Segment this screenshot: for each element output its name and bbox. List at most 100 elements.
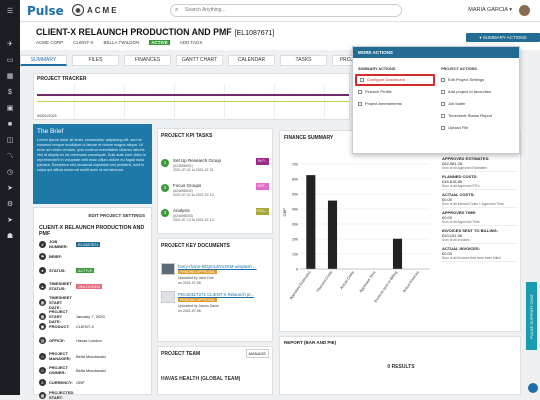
project-amendments-item[interactable]: Project Amendments — [355, 98, 435, 110]
send-icon[interactable]: ➤ — [0, 181, 20, 196]
chart-y-tick: 60k — [292, 178, 298, 182]
user-menu[interactable]: MARIA GARCIA ▾ — [468, 7, 512, 13]
more-actions-dropdown: MORE ACTIONS SUMMARY ACTIONS Configure D… — [352, 46, 520, 154]
report-empty-state: 0 RESULTS — [387, 364, 415, 370]
manage-team-button[interactable]: MANAGE — [245, 349, 269, 358]
document-link[interactable]: harry-rhone-9ZQm14NV3XM-unsplash ... — [178, 264, 257, 269]
list-item[interactable]: 1 Set Up Research Group (#24698001) 2021… — [161, 157, 271, 181]
help-fab-button[interactable] — [528, 383, 538, 393]
chart-bar — [306, 175, 316, 269]
chart-x-tick: Approved Estimates — [289, 270, 312, 300]
detail-value: January 7, 2020 — [76, 314, 105, 319]
tracker-date: 09/01/2021 — [37, 113, 58, 118]
team-group-name: HAVAS HEALTH (GLOBAL TEAM) — [161, 376, 241, 382]
detail-label: JOB NUMBER: — [49, 239, 68, 249]
project-code: [EL1087671] — [234, 30, 275, 37]
send-icon-2[interactable]: ➤ — [0, 213, 20, 228]
tracker-progress-bar[interactable] — [37, 101, 349, 102]
finance-summary-card: FINANCE SUMMARY 0 10k 20k 30k 40k 50k 60k 70k GB… — [279, 130, 521, 332]
meta-client[interactable]: ACME CORP — [36, 40, 63, 45]
document-link[interactable]: PDA2011T271 CLIENT-X Relaunch pr... — [178, 292, 254, 297]
add-to-favourites-item[interactable]: Add project to favourites — [438, 86, 518, 98]
tracker-gridline — [224, 84, 225, 121]
document-thumbnail[interactable] — [161, 291, 175, 303]
settings-icon — [441, 77, 445, 82]
detail-label: PROJECT OWNER: — [49, 365, 68, 375]
chart-x-tick: Invoices sent to Billing — [373, 270, 398, 303]
task-name[interactable]: Set Up Research Group — [173, 158, 221, 163]
task-name[interactable]: Focus Groups — [173, 183, 201, 188]
tab-tasks[interactable]: TASKS — [280, 55, 327, 66]
upload-icon — [441, 125, 445, 130]
task-number: 1 — [161, 159, 169, 167]
image-icon[interactable]: ▣ — [0, 101, 20, 116]
tracker-timeline-bar[interactable] — [37, 94, 349, 96]
detail-row-project-start: ▦ PROJECT START DATE: January 7, 2020 — [39, 309, 105, 324]
list-item[interactable]: 3 Analysis (#24698003) 2021-07-13 to 202… — [161, 207, 271, 231]
clock-icon[interactable]: ◷ — [0, 165, 20, 180]
chart-y-tick: 30k — [292, 223, 298, 227]
edit-project-settings-item[interactable]: Edit Project Settings — [438, 74, 518, 86]
chart-line-icon[interactable]: 〽 — [0, 149, 20, 164]
calendar-icon: ▦ — [39, 299, 46, 306]
flag-icon: ⚑ — [39, 253, 46, 260]
chart-y-tick: 20k — [292, 238, 298, 242]
list-item[interactable]: PDA2011T271 CLIENT-X Relaunch pr... PEND… — [161, 291, 271, 317]
box-icon: ▣ — [39, 323, 46, 330]
people-icon[interactable]: ☗ — [0, 229, 20, 244]
global-search-input[interactable]: ⌕ Search Anything... — [170, 4, 402, 17]
briefcase-icon[interactable]: ■ — [0, 117, 20, 132]
money-icon[interactable]: $ — [0, 85, 20, 100]
stat-actual-invoices: ACTUAL INVOICES: £0.00 Sum of all invoices… — [442, 246, 518, 262]
detail-value: Havas London — [76, 338, 102, 343]
stat-sub: Sum of all invoices that have been bille… — [442, 256, 501, 260]
tab-files[interactable]: FILES — [72, 55, 119, 66]
project-actions-column: PROJECT ACTIONS Edit Project Settings Ad… — [438, 67, 518, 134]
uploaded-on: on 2021-07-06 — [178, 280, 201, 285]
job-folder-item[interactable]: Job folder — [438, 98, 518, 110]
summary-actions-column: SUMMARY ACTIONS Configure Dashboard Fina… — [355, 67, 435, 110]
document-icon — [358, 101, 362, 106]
list-item[interactable]: harry-rhone-9ZQm14NV3XM-unsplash ... PEN… — [161, 263, 271, 289]
settings-icon[interactable]: ⚙ — [0, 197, 20, 212]
stat-actual-costs: ACTUAL COSTS: £0.00 Sum of all Internal Co… — [442, 192, 518, 208]
tab-finances[interactable]: FINANCES — [124, 55, 171, 66]
meta-brand[interactable]: CLIENT-X — [73, 40, 93, 45]
summary-actions-button[interactable]: ▾ SUMMARY ACTIONS — [466, 33, 540, 42]
report-card: REPORT (BAR AND PIE) 0 RESULTS — [279, 336, 521, 395]
chart-x-tick: Planned Costs — [316, 270, 333, 293]
meta-owner[interactable]: BELLA TWILDON — [104, 40, 140, 45]
avatar[interactable] — [518, 4, 531, 17]
tab-calendar[interactable]: CALENDAR — [228, 55, 275, 66]
document-thumbnail[interactable] — [161, 263, 175, 275]
edit-project-settings-button[interactable]: EDIT PROJECT SETTINGS — [88, 213, 145, 218]
tab-summary[interactable]: SUMMARY — [20, 55, 67, 66]
task-name[interactable]: Analysis — [173, 208, 190, 213]
menu-item-label: Add project to favourites — [448, 89, 492, 94]
timesheet-status-report-item[interactable]: Timesheet Status Report — [438, 110, 518, 122]
support-chat-tab[interactable]: PULSE SUPPORT CHAT — [526, 282, 537, 350]
rocket-icon[interactable]: ✈ — [0, 37, 20, 52]
star-icon — [441, 89, 445, 94]
chart-x-tick: Actual Costs — [339, 270, 355, 290]
calendar-icon[interactable]: ▦ — [0, 69, 20, 84]
list-item[interactable]: 2 Focus Groups (#24698002) 2021-07-01 to… — [161, 182, 271, 206]
finance-bar-chart: 0 10k 20k 30k 40k 50k 60k 70k GBP Approved Estima… — [282, 163, 430, 303]
hash-icon: # — [39, 240, 46, 248]
folder-icon[interactable]: ▭ — [0, 53, 20, 68]
detail-row-office: ▤ OFFICE: Havas London — [39, 337, 102, 344]
upload-file-item[interactable]: Upload File — [438, 122, 518, 134]
tracker-title: PROJECT TRACKER — [37, 76, 87, 82]
finance-profile-item[interactable]: Finance Profile — [355, 86, 435, 98]
stat-sub: Sum of all Internal Costs + Approved Tim… — [442, 202, 504, 206]
detail-row-project-manager: ☺ PROJECT MANAGER: Bella Macdonald — [39, 351, 106, 361]
user-icon: ☺ — [39, 366, 46, 374]
stat-sub: Sum of all Approved PO's — [442, 184, 480, 188]
pulse-logo[interactable]: Pulse — [27, 4, 64, 18]
box-icon[interactable]: ◫ — [0, 133, 20, 148]
configure-dashboard-item[interactable]: Configure Dashboard — [355, 74, 435, 86]
task-status-badge: NOT... — [256, 183, 269, 190]
tab-gantt-chart[interactable]: GANTT CHART — [176, 55, 223, 66]
menu-icon[interactable]: ☰ — [0, 4, 20, 19]
add-tags-link[interactable]: ADD TAGS — [180, 40, 203, 45]
